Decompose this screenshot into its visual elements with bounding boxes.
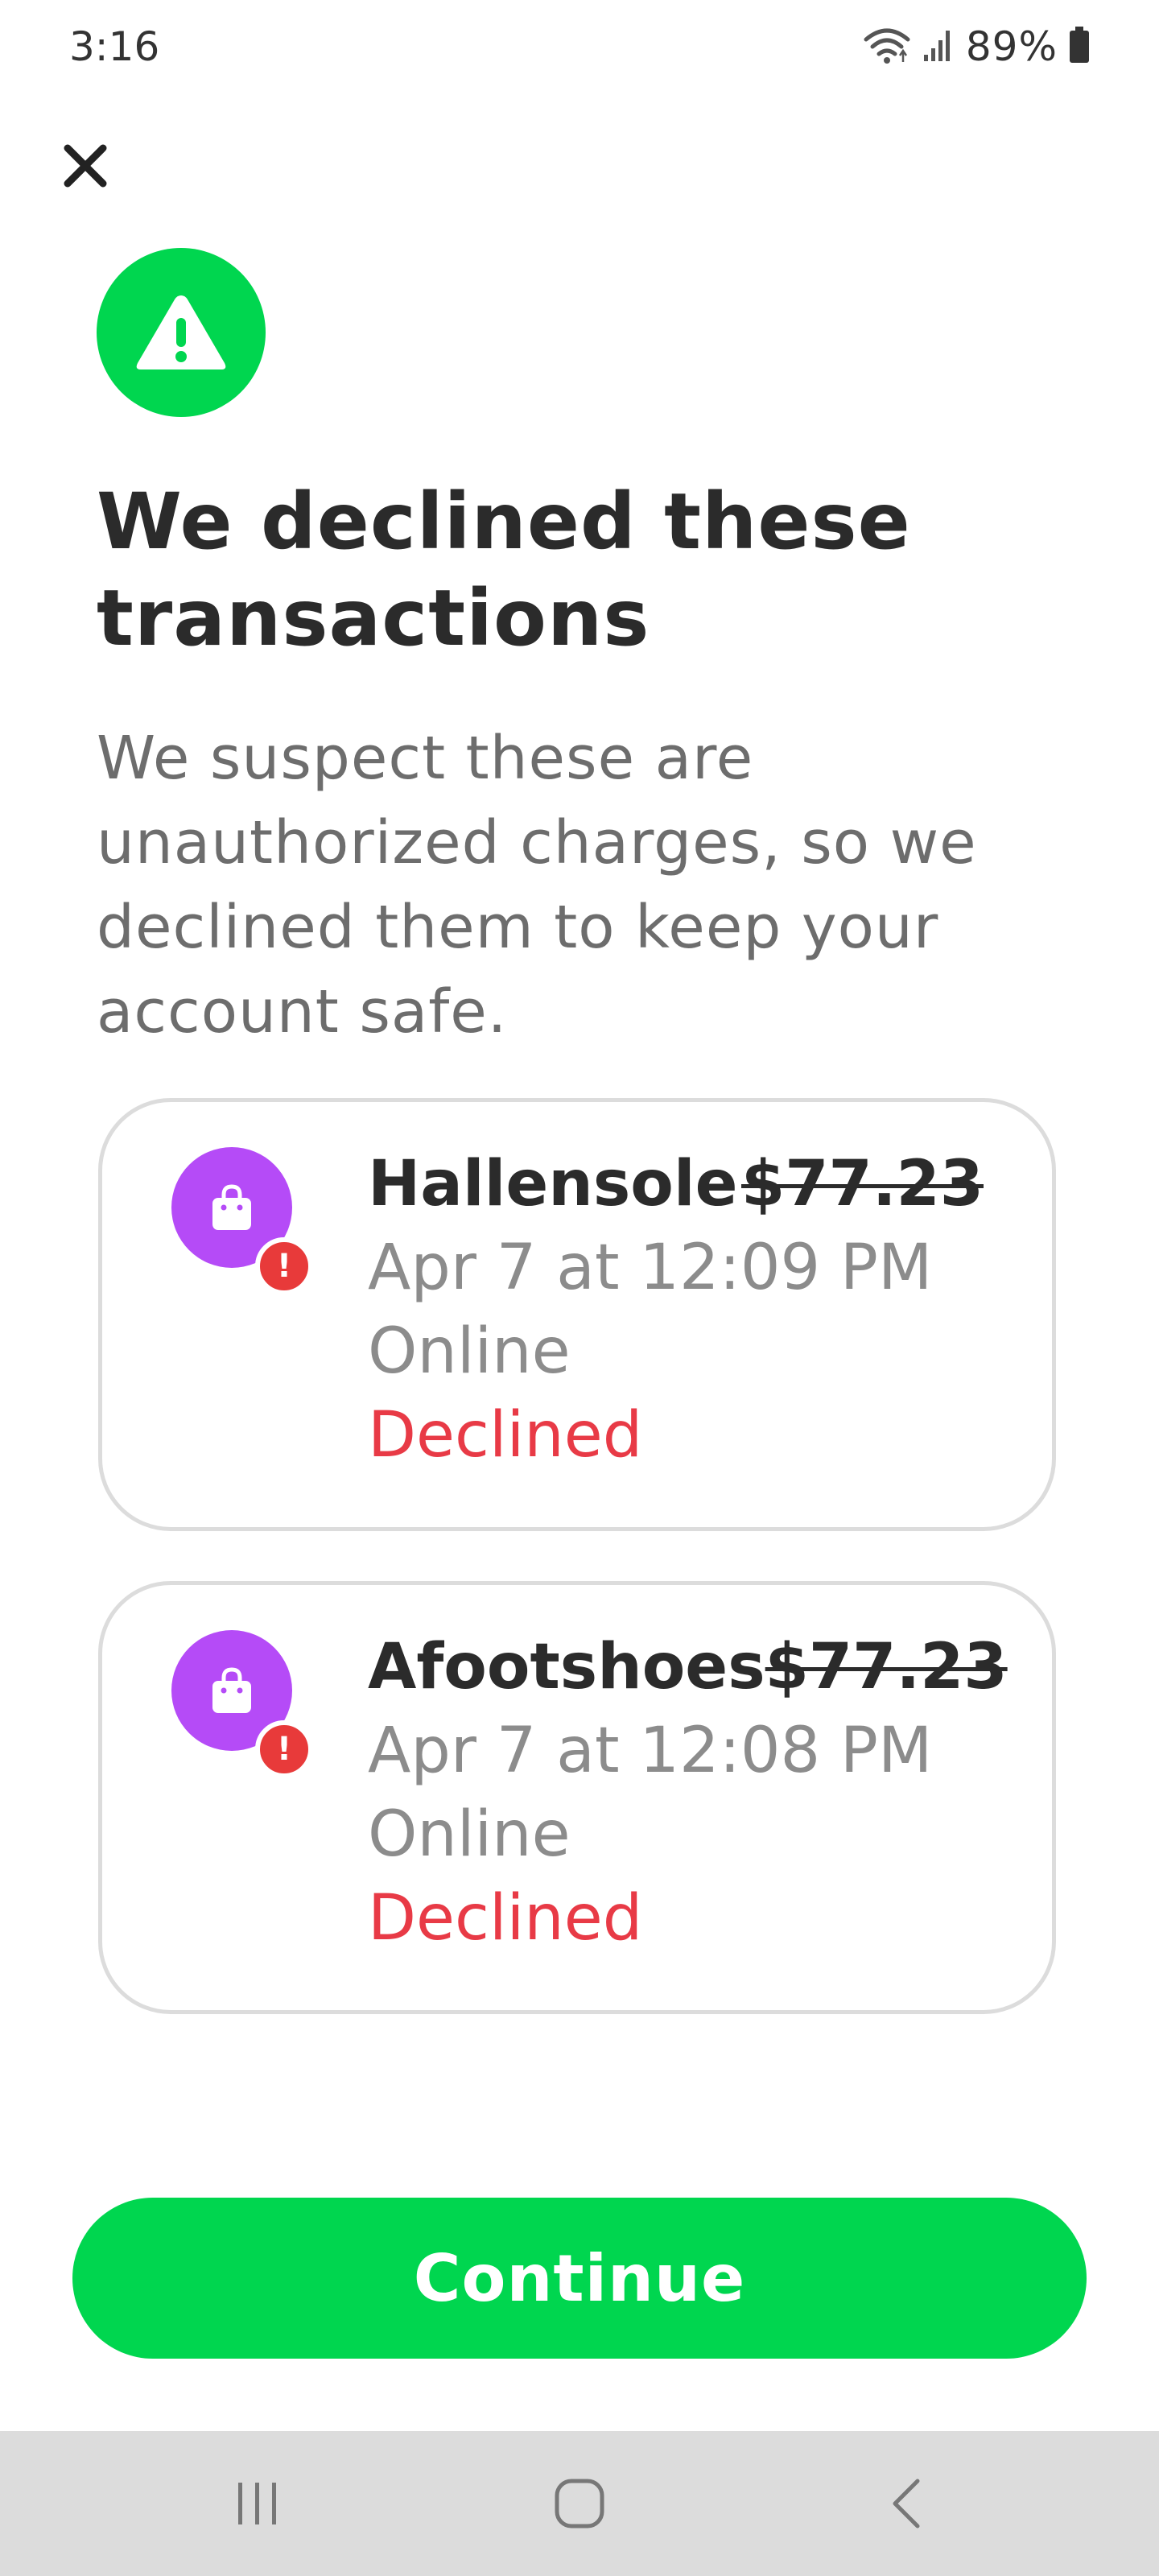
back-icon	[893, 2479, 920, 2529]
status-icons: 89%	[863, 21, 1090, 72]
page-title: We declined these transactions	[97, 477, 911, 663]
transaction-datetime: Apr 7 at 12:09 PM	[368, 1232, 933, 1304]
back-button[interactable]	[858, 2463, 955, 2544]
recent-apps-icon	[238, 2483, 276, 2524]
alert-icon: !	[255, 1237, 313, 1295]
transaction-status: Declined	[368, 1399, 643, 1472]
transaction-channel: Online	[368, 1315, 571, 1388]
home-button[interactable]	[531, 2463, 628, 2544]
warning-badge	[97, 248, 266, 417]
alert-icon: !	[255, 1720, 313, 1778]
system-nav-bar	[0, 2431, 1159, 2576]
transaction-amount: $77.23	[765, 1631, 1008, 1703]
home-icon	[555, 2479, 604, 2529]
transaction-card[interactable]: ! Afootshoes $77.23 Apr 7 at 12:08 PM On…	[98, 1581, 1056, 2014]
close-button[interactable]	[53, 134, 118, 198]
transaction-details: Hallensole $77.23 Apr 7 at 12:09 PM Onli…	[368, 1142, 1012, 1477]
battery-icon	[1069, 27, 1090, 67]
transaction-amount: $77.23	[741, 1148, 984, 1220]
transaction-datetime: Apr 7 at 12:08 PM	[368, 1715, 933, 1787]
shopping-bag-icon	[212, 1184, 251, 1230]
continue-button[interactable]: Continue	[72, 2198, 1087, 2359]
shopping-bag-icon	[212, 1667, 251, 1713]
merchant-name: Afootshoes	[368, 1631, 765, 1703]
signal-icon	[922, 27, 955, 66]
warning-icon	[136, 295, 226, 369]
close-icon	[64, 144, 107, 188]
status-time: 3:16	[69, 23, 160, 70]
transaction-status: Declined	[368, 1882, 643, 1955]
battery-percent: 89%	[965, 23, 1058, 70]
recent-apps-button[interactable]	[209, 2463, 306, 2544]
transaction-channel: Online	[368, 1798, 571, 1871]
transaction-card[interactable]: ! Hallensole $77.23 Apr 7 at 12:09 PM On…	[98, 1098, 1056, 1531]
wifi-icon	[863, 25, 911, 68]
page-description: We suspect these are unauthorized charge…	[97, 724, 977, 1046]
merchant-name: Hallensole	[368, 1148, 738, 1220]
transaction-details: Afootshoes $77.23 Apr 7 at 12:08 PM Onli…	[368, 1625, 1012, 1960]
